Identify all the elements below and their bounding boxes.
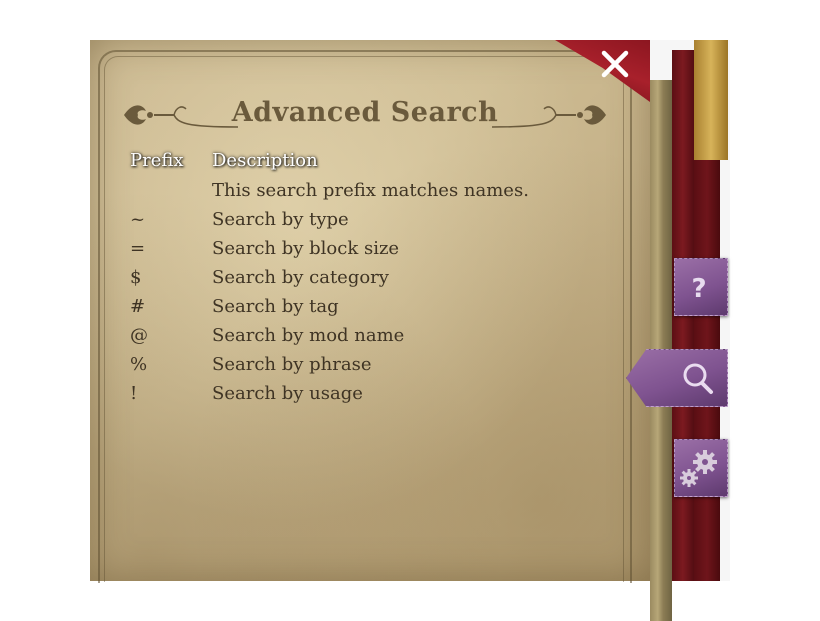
- row-description: Search by mod name: [212, 325, 405, 346]
- table-row: This search prefix matches names.: [90, 180, 630, 208]
- row-prefix: !: [130, 383, 138, 404]
- row-prefix: =: [130, 238, 146, 259]
- row-prefix: #: [130, 296, 146, 317]
- row-prefix: ~: [130, 209, 146, 230]
- question-mark-icon: ?: [691, 274, 706, 304]
- row-description: Search by phrase: [212, 354, 372, 375]
- settings-tab[interactable]: [674, 439, 728, 497]
- magnifier-icon: [683, 363, 713, 394]
- table-row: = Search by block size: [90, 238, 630, 266]
- help-tab[interactable]: ?: [674, 258, 728, 316]
- search-tab[interactable]: [626, 349, 728, 407]
- book-panel: Advanced Search Prefix Description This …: [90, 40, 730, 621]
- row-prefix: $: [130, 267, 142, 288]
- table-row: # Search by tag: [90, 296, 630, 324]
- row-prefix: %: [130, 354, 148, 375]
- row-description: Search by type: [212, 209, 349, 230]
- table-row: @ Search by mod name: [90, 325, 630, 353]
- right-flourish-icon: [491, 105, 606, 128]
- row-description: This search prefix matches names.: [212, 180, 529, 201]
- table-row: ~ Search by type: [90, 209, 630, 237]
- row-description: Search by tag: [212, 296, 339, 317]
- row-description: Search by block size: [212, 238, 400, 259]
- row-description: Search by usage: [212, 383, 363, 404]
- close-button[interactable]: [595, 44, 635, 84]
- gold-bookmark-strip: [694, 40, 728, 160]
- table-row: ! Search by usage: [90, 383, 630, 411]
- description-column-header: Description: [212, 150, 318, 171]
- svg-text:?: ?: [691, 274, 706, 304]
- gears-icon: [680, 450, 717, 487]
- table-row: % Search by phrase: [90, 354, 630, 382]
- table-row: $ Search by category: [90, 267, 630, 295]
- prefix-column-header: Prefix: [130, 150, 184, 171]
- parchment-page: Advanced Search Prefix Description This …: [90, 40, 650, 583]
- title-row: Advanced Search: [120, 95, 610, 135]
- close-icon: [601, 50, 629, 78]
- row-description: Search by category: [212, 267, 389, 288]
- row-prefix: @: [130, 325, 148, 346]
